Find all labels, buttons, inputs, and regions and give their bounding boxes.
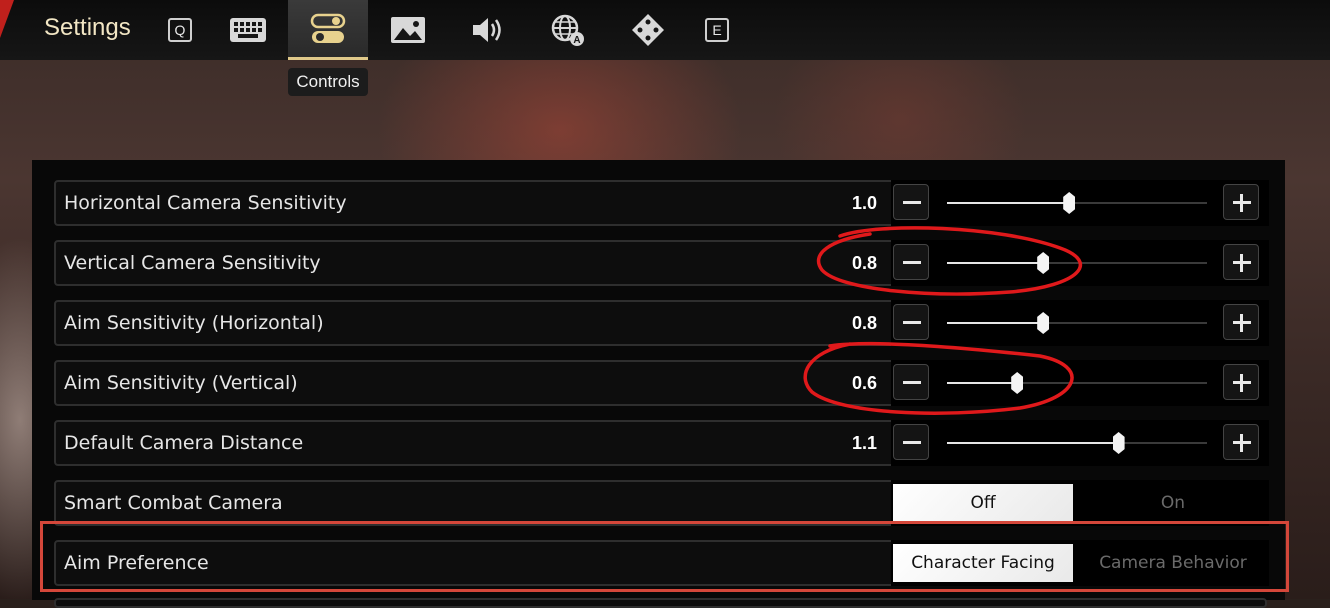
increase-button[interactable]	[1223, 304, 1259, 340]
setting-row-vertical-camera-sensitivity: Vertical Camera Sensitivity 0.8	[54, 240, 1269, 286]
toggle-switch-icon	[310, 13, 346, 43]
next-setting-row-partial	[54, 598, 1267, 608]
tab-keyboard[interactable]	[208, 0, 288, 60]
setting-label: Default Camera Distance	[64, 432, 304, 454]
tab-gamepad[interactable]	[608, 0, 688, 60]
tab-controls[interactable]	[288, 0, 368, 60]
speaker-icon	[473, 18, 501, 42]
setting-label: Vertical Camera Sensitivity	[64, 252, 321, 274]
setting-row-smart-combat-camera: Smart Combat Camera Off On	[54, 480, 1269, 526]
slider-track[interactable]	[947, 252, 1207, 274]
keyboard-icon	[230, 18, 266, 42]
annotation-highlight-box	[40, 521, 1289, 592]
setting-row-aim-sensitivity-horizontal: Aim Sensitivity (Horizontal) 0.8	[54, 300, 1269, 346]
red-corner-accent	[0, 0, 14, 38]
setting-label: Smart Combat Camera	[64, 492, 283, 514]
setting-label: Aim Sensitivity (Horizontal)	[64, 312, 324, 334]
slider-fill	[947, 262, 1044, 264]
increase-button[interactable]	[1223, 244, 1259, 280]
slider-fill	[947, 442, 1119, 444]
setting-row-horizontal-camera-sensitivity: Horizontal Camera Sensitivity 1.0	[54, 180, 1269, 226]
setting-row-default-camera-distance: Default Camera Distance 1.1	[54, 420, 1269, 466]
tab-audio[interactable]	[448, 0, 528, 60]
setting-value: 0.6	[851, 373, 877, 393]
settings-top-bar: Settings Q A E	[0, 0, 1330, 60]
increase-button[interactable]	[1223, 184, 1259, 220]
setting-value: 1.1	[851, 433, 877, 453]
slider-track[interactable]	[947, 312, 1207, 334]
slider-fill	[947, 382, 1018, 384]
tab-graphics[interactable]	[368, 0, 448, 60]
dpad-icon	[632, 14, 664, 46]
page-title: Settings	[44, 14, 131, 41]
slider-track[interactable]	[947, 372, 1207, 394]
q-key-icon: Q	[168, 18, 192, 42]
setting-row-aim-sensitivity-vertical: Aim Sensitivity (Vertical) 0.6	[54, 360, 1269, 406]
toggle-option-off[interactable]: Off	[893, 484, 1073, 522]
increase-button[interactable]	[1223, 424, 1259, 460]
tab-language[interactable]: A	[528, 0, 608, 60]
svg-text:A: A	[573, 35, 580, 46]
slider-track[interactable]	[947, 432, 1207, 454]
slider-fill	[947, 202, 1070, 204]
slider-track[interactable]	[947, 192, 1207, 214]
image-icon	[391, 17, 425, 43]
setting-value: 0.8	[851, 253, 877, 273]
tab-next-e[interactable]: E	[677, 0, 757, 60]
setting-value: 0.8	[851, 313, 877, 333]
decrease-button[interactable]	[893, 424, 929, 460]
setting-label: Horizontal Camera Sensitivity	[64, 192, 347, 214]
setting-label: Aim Sensitivity (Vertical)	[64, 372, 298, 394]
e-key-icon: E	[705, 18, 729, 42]
tab-tooltip: Controls	[288, 68, 368, 96]
globe-language-icon: A	[551, 14, 584, 46]
setting-value: 1.0	[851, 193, 877, 213]
toggle-option-on[interactable]: On	[1083, 484, 1263, 522]
decrease-button[interactable]	[893, 364, 929, 400]
increase-button[interactable]	[1223, 364, 1259, 400]
decrease-button[interactable]	[893, 184, 929, 220]
slider-fill	[947, 322, 1044, 324]
decrease-button[interactable]	[893, 244, 929, 280]
decrease-button[interactable]	[893, 304, 929, 340]
